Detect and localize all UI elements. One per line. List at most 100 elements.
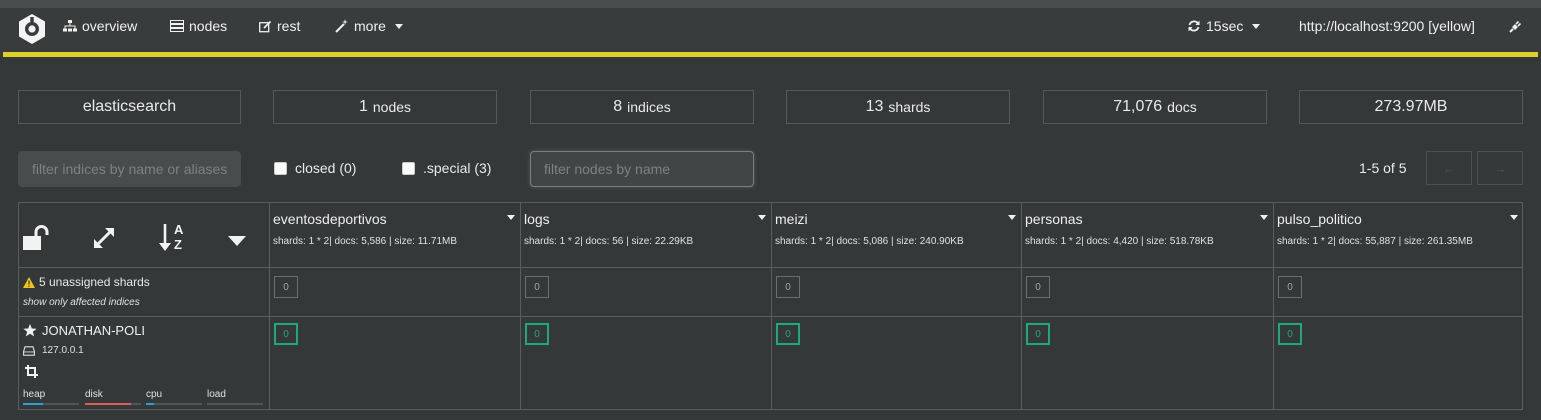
nav-rest[interactable]: rest xyxy=(259,16,300,36)
cluster-name: elasticsearch xyxy=(82,98,177,115)
shards-label: shards xyxy=(888,99,931,115)
index-meta: shards: 1 * 2| docs: 4,420 | size: 518.7… xyxy=(1025,236,1214,247)
cluster-host-label: http://localhost:9200 [yellow] xyxy=(1299,18,1475,34)
index-name[interactable]: logs xyxy=(524,211,550,227)
index-meta: shards: 1 * 2| docs: 5,086 | size: 240.9… xyxy=(775,236,964,247)
size-value: 273.97MB xyxy=(1374,98,1448,115)
warning-icon xyxy=(23,276,35,288)
metric-bar-fill xyxy=(23,403,43,405)
index-name[interactable]: meizi xyxy=(775,211,808,227)
shards-count: 13 xyxy=(865,98,884,115)
window-top-strip xyxy=(0,0,1541,8)
docs-label: docs xyxy=(1167,99,1197,115)
disconnect-button[interactable] xyxy=(1508,16,1523,36)
index-menu-caret-icon[interactable] xyxy=(507,215,515,220)
index-menu-caret-icon[interactable] xyxy=(1510,215,1518,220)
caret-down-icon[interactable] xyxy=(228,233,246,251)
indices-count: 8 xyxy=(613,98,623,115)
server-icon xyxy=(170,20,184,32)
refresh-interval-dropdown[interactable]: 15sec xyxy=(1187,16,1261,36)
metric-label: heap xyxy=(23,389,46,400)
unlock-icon[interactable] xyxy=(23,225,51,256)
sitemap-icon xyxy=(63,20,77,32)
cerebro-logo-icon[interactable] xyxy=(16,13,48,45)
unassigned-shards-warning: 5 unassigned shards xyxy=(23,275,150,289)
unassigned-shard[interactable]: 0 xyxy=(1026,276,1050,298)
filter-nodes-input[interactable] xyxy=(530,151,754,187)
unassigned-shards-text: 5 unassigned shards xyxy=(39,275,150,289)
metric-bar xyxy=(85,403,141,405)
closed-indices-checkbox[interactable]: closed (0) xyxy=(274,160,356,176)
chevron-down-icon xyxy=(394,23,403,29)
prev-page-button[interactable]: ← xyxy=(1426,151,1472,185)
index-name[interactable]: pulso_politico xyxy=(1277,211,1362,227)
metric-label: load xyxy=(207,389,226,400)
node-metric-load: load xyxy=(207,389,263,405)
index-meta: shards: 1 * 2| docs: 56 | size: 22.29KB xyxy=(524,236,694,247)
nav-nodes[interactable]: nodes xyxy=(170,16,227,36)
node-ip-label: 127.0.0.1 xyxy=(42,345,84,356)
unassigned-shard[interactable]: 0 xyxy=(525,276,549,298)
closed-indices-label: closed (0) xyxy=(295,160,357,176)
unassigned-shard[interactable]: 0 xyxy=(274,276,298,298)
arrow-right-icon: → xyxy=(1493,160,1507,176)
nav-overview-label: overview xyxy=(82,18,138,34)
filter-indices-input[interactable] xyxy=(18,151,241,187)
chevron-down-icon xyxy=(1252,23,1261,29)
stat-nodes: 1 nodes xyxy=(273,90,497,124)
next-page-button[interactable]: → xyxy=(1477,151,1523,185)
metric-label: disk xyxy=(85,389,103,400)
nav-rest-label: rest xyxy=(277,18,301,34)
nav-overview[interactable]: overview xyxy=(63,16,137,36)
index-menu-caret-icon[interactable] xyxy=(1260,215,1268,220)
index-meta: shards: 1 * 2| docs: 5,586 | size: 11.71… xyxy=(273,236,457,247)
primary-shard[interactable]: 0 xyxy=(1278,323,1302,345)
nav-more-dropdown[interactable]: more xyxy=(335,16,403,36)
cluster-status-bar xyxy=(3,52,1538,57)
stat-docs: 71,076 docs xyxy=(1043,90,1267,124)
metric-bar xyxy=(207,403,263,405)
cluster-host-link[interactable]: http://localhost:9200 [yellow] xyxy=(1299,16,1475,36)
checkbox-box[interactable] xyxy=(274,161,287,175)
stat-size: 273.97MB xyxy=(1299,90,1523,124)
metric-label: cpu xyxy=(146,389,163,400)
arrow-left-icon: ← xyxy=(1442,160,1456,176)
unassigned-shard[interactable]: 0 xyxy=(1278,276,1302,298)
node-metric-heap: heap xyxy=(23,389,79,405)
star-icon xyxy=(23,324,37,337)
index-name[interactable]: eventosdeportivos xyxy=(273,211,387,227)
primary-shard[interactable]: 0 xyxy=(274,323,298,345)
magic-wand-icon xyxy=(335,19,348,33)
node-name-label: JONATHAN-POLI xyxy=(42,323,146,338)
special-indices-checkbox[interactable]: .special (3) xyxy=(402,160,491,176)
plug-icon xyxy=(1509,20,1522,33)
unassigned-shard[interactable]: 0 xyxy=(776,276,800,298)
primary-shard[interactable]: 0 xyxy=(525,323,549,345)
primary-shard[interactable]: 0 xyxy=(1026,323,1050,345)
index-menu-caret-icon[interactable] xyxy=(1008,215,1016,220)
hdd-icon xyxy=(23,345,35,356)
sort-alpha-icon[interactable]: A Z xyxy=(158,221,188,258)
checkbox-box[interactable] xyxy=(402,161,415,175)
node-metric-cpu: cpu xyxy=(146,389,202,405)
svg-text:A: A xyxy=(174,222,184,237)
edit-icon xyxy=(259,20,272,32)
cluster-overview-table: A Z 5 unassigned shards show only affect… xyxy=(18,202,1523,410)
stat-shards: 13 shards xyxy=(786,90,1010,124)
nodes-count: 1 xyxy=(358,98,368,115)
crop-icon[interactable] xyxy=(25,365,38,383)
node-metric-disk: disk xyxy=(85,389,141,405)
index-name[interactable]: personas xyxy=(1025,211,1083,227)
nav-more-label: more xyxy=(354,18,386,34)
metric-bar-fill xyxy=(146,403,155,405)
expand-icon[interactable] xyxy=(91,225,117,256)
nodes-label: nodes xyxy=(372,99,412,115)
pagination-label: 1-5 of 5 xyxy=(1359,160,1407,176)
stat-indices: 8 indices xyxy=(530,90,754,124)
refresh-interval-label: 15sec xyxy=(1206,18,1244,34)
node-name[interactable]: JONATHAN-POLI xyxy=(23,323,145,338)
index-menu-caret-icon[interactable] xyxy=(758,215,766,220)
metric-bar-fill xyxy=(85,403,131,405)
primary-shard[interactable]: 0 xyxy=(776,323,800,345)
show-affected-indices-link[interactable]: show only affected indices xyxy=(23,297,140,308)
